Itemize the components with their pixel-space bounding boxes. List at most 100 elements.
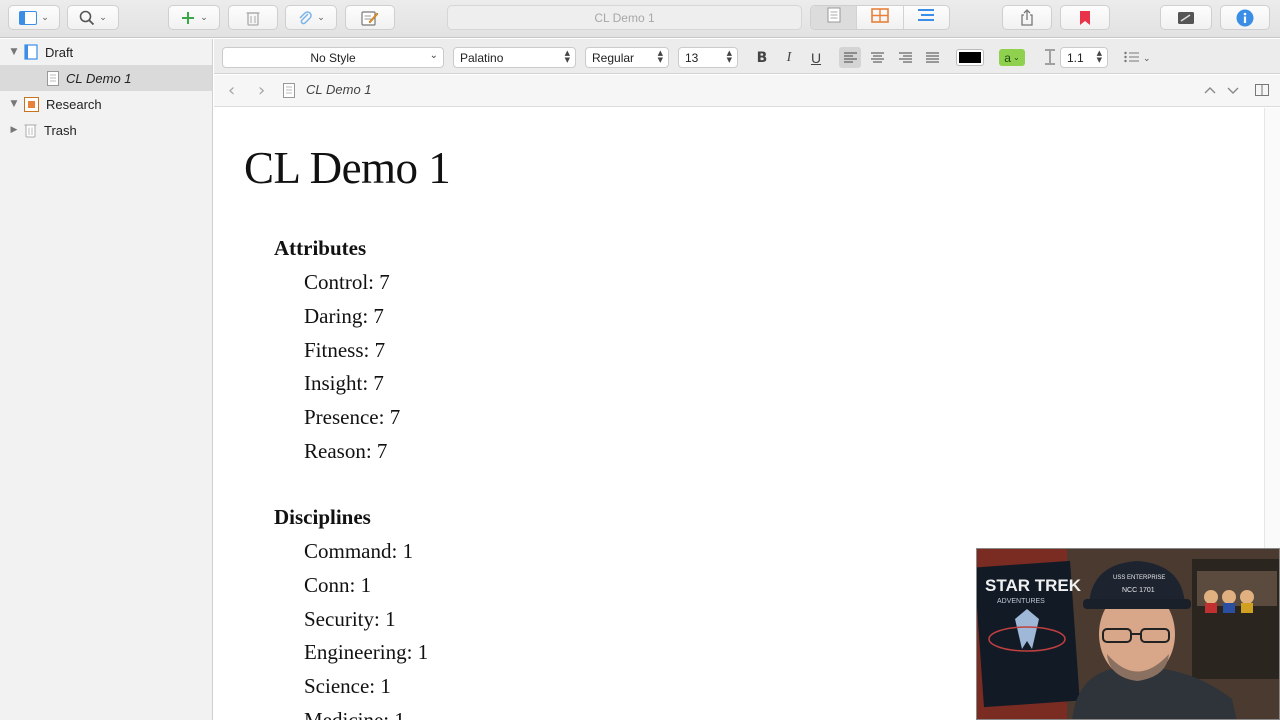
next-document-icon[interactable] <box>1227 83 1239 101</box>
webcam-video-frame: STAR TREK ADVENTURES USS ENTERPRISE NCC … <box>977 549 1279 719</box>
page-view-icon <box>827 7 841 28</box>
text-color-button[interactable] <box>956 49 984 66</box>
stat-line: Security: 1 <box>304 606 396 631</box>
stat-line: Reason: 7 <box>304 439 388 463</box>
book-subtitle: ADVENTURES <box>997 598 1045 605</box>
bookmark-icon <box>1079 10 1091 26</box>
page-view-button[interactable] <box>811 6 858 29</box>
align-left-button[interactable] <box>839 47 861 68</box>
scrivener-window: ⌄ ⌄ ⌄ ⌄ CL Demo 1 ▼ Draft CL Demo 1 ▼ Re… <box>0 0 1280 720</box>
search-icon <box>79 10 95 26</box>
disclosure-triangle-icon[interactable]: ▶ <box>9 125 19 135</box>
stat-line: Engineering: 1 <box>304 640 429 665</box>
corkboard-icon <box>871 7 889 28</box>
text-document-icon <box>283 83 295 103</box>
cap-text-line-1: USS ENTERPRISE <box>1113 575 1165 581</box>
font-weight-select[interactable]: Regular ▲ ▼ <box>585 47 669 68</box>
cap-text-line-2: NCC 1701 <box>1122 587 1155 594</box>
text-color-swatch <box>959 52 981 63</box>
stat-line: Conn: 1 <box>304 572 372 597</box>
book-cover: STAR TREK ADVENTURES <box>977 560 1082 708</box>
format-bar: No Style ⌄ Palatino ▲ ▼ Regular ▲ ▼ 13 ▲ ▼ … <box>214 39 1280 74</box>
font-family-select[interactable]: Palatino ▲ ▼ <box>453 47 576 68</box>
italic-button[interactable]: I <box>778 47 800 68</box>
view-mode-segmented-control <box>810 5 950 30</box>
binder-item-label: Trash <box>44 122 77 138</box>
style-select[interactable]: No Style ⌄ <box>222 47 444 68</box>
align-center-icon <box>870 50 884 66</box>
chevron-down-icon: ⌄ <box>41 12 49 23</box>
corkboard-button[interactable] <box>857 6 904 29</box>
underline-button[interactable]: U <box>805 47 827 68</box>
stepper-arrows-icon: ▲ ▼ <box>1096 49 1102 64</box>
share-button[interactable] <box>1002 5 1052 30</box>
compose-icon <box>1177 11 1195 25</box>
window-title: CL Demo 1 <box>447 5 802 30</box>
text-document-icon <box>47 70 59 86</box>
line-spacing-value: 1.1 <box>1067 50 1084 65</box>
highlight-color-button[interactable]: a ⌄ <box>999 49 1025 66</box>
editor-header-bar: ‹ › CL Demo 1 <box>214 75 1280 107</box>
font-size-value: 13 <box>685 50 699 65</box>
plus-icon <box>180 10 196 26</box>
split-editor-icon[interactable] <box>1255 83 1269 101</box>
stat-line: Medicine: 1 <box>304 708 405 720</box>
disclosure-triangle-icon[interactable]: ▼ <box>9 47 19 57</box>
info-icon <box>1236 9 1254 27</box>
chevron-down-icon: ⌄ <box>99 12 107 23</box>
inspector-button[interactable] <box>1220 5 1270 30</box>
binder-item-trash[interactable]: ▶ Trash <box>0 117 212 143</box>
align-justify-icon <box>925 50 939 66</box>
stepper-arrows-icon: ▲ ▼ <box>726 49 732 64</box>
chevron-down-icon: ⌄ <box>317 12 325 23</box>
attachment-button[interactable]: ⌄ <box>285 5 337 30</box>
editor-document-title[interactable]: CL Demo 1 <box>306 82 372 97</box>
disclosure-triangle-icon[interactable]: ▼ <box>9 99 19 109</box>
section-heading: Disciplines <box>274 505 371 529</box>
add-item-button[interactable]: ⌄ <box>168 5 220 30</box>
style-select-value: No Style <box>310 50 356 65</box>
main-toolbar: ⌄ ⌄ ⌄ ⌄ CL Demo 1 <box>0 0 1280 38</box>
binder-item-research[interactable]: ▼ Research <box>0 91 212 117</box>
webcam-overlay: STAR TREK ADVENTURES USS ENTERPRISE NCC … <box>976 548 1280 720</box>
compose-mode-button[interactable] <box>1160 5 1212 30</box>
binder-item-draft[interactable]: ▼ Draft <box>0 39 212 65</box>
stat-line: Control: 7 <box>304 270 390 294</box>
font-size-select[interactable]: 13 ▲ ▼ <box>678 47 738 68</box>
align-right-button[interactable] <box>894 47 916 68</box>
trash-icon <box>24 122 37 138</box>
edit-note-icon <box>361 10 379 26</box>
back-arrow-icon[interactable]: ‹ <box>228 80 235 101</box>
bold-button[interactable]: B <box>751 47 773 68</box>
share-icon <box>1020 9 1034 26</box>
stepper-arrows-icon: ▲ ▼ <box>657 49 663 64</box>
bookmark-button[interactable] <box>1060 5 1110 30</box>
forward-arrow-icon[interactable]: › <box>258 80 265 101</box>
line-spacing-select[interactable]: 1.1 ▲ ▼ <box>1060 47 1108 68</box>
binder-item-label: Draft <box>45 44 74 60</box>
highlight-label: a <box>1004 50 1011 65</box>
quick-reference-button[interactable] <box>345 5 395 30</box>
chevron-down-icon: ⌄ <box>1143 54 1151 64</box>
outliner-button[interactable] <box>904 6 949 29</box>
trash-icon <box>246 10 260 26</box>
align-justify-button[interactable] <box>921 47 943 68</box>
search-button[interactable]: ⌄ <box>67 5 119 30</box>
chevron-down-icon: ⌄ <box>429 50 438 61</box>
draft-icon <box>24 44 38 60</box>
align-center-button[interactable] <box>866 47 888 68</box>
document-title: CL Demo 1 <box>244 143 451 193</box>
font-family-value: Palatino <box>460 50 504 65</box>
binder-toggle-button[interactable]: ⌄ <box>8 5 60 30</box>
previous-document-icon[interactable] <box>1204 82 1216 100</box>
stat-line: Daring: 7 <box>304 303 384 328</box>
binder-item-cl-demo-1[interactable]: CL Demo 1 <box>0 65 212 91</box>
sidebar-icon <box>19 10 38 25</box>
outline-icon <box>917 8 935 27</box>
move-to-trash-button[interactable] <box>228 5 278 30</box>
list-style-button[interactable]: ⌄ <box>1124 50 1151 68</box>
stat-line: Command: 1 <box>304 539 414 563</box>
stepper-arrows-icon: ▲ ▼ <box>564 49 570 64</box>
line-spacing-icon <box>1044 49 1056 70</box>
chevron-down-icon: ⌄ <box>1012 53 1020 62</box>
